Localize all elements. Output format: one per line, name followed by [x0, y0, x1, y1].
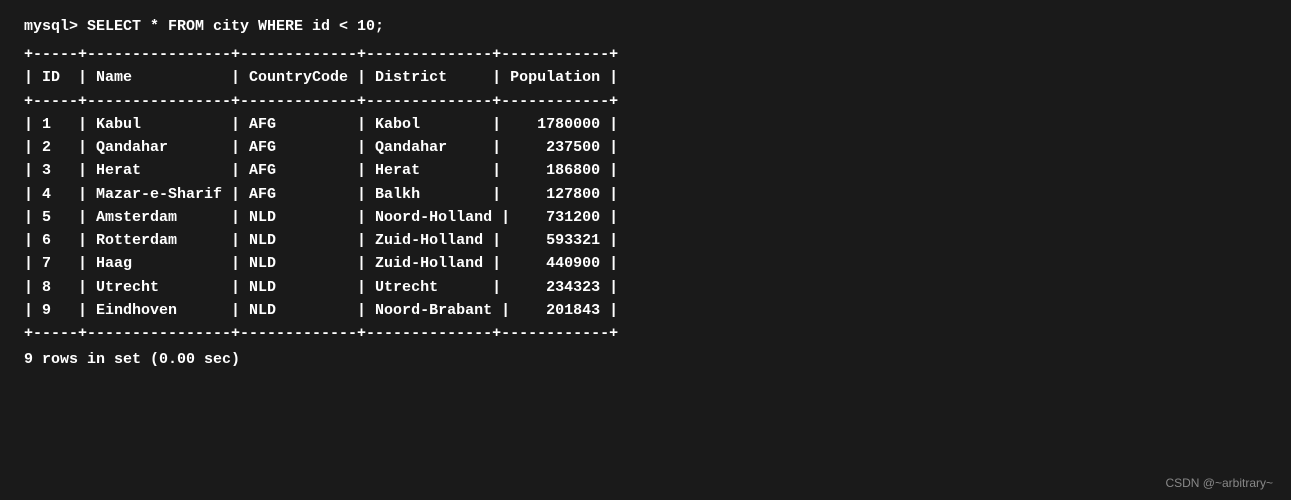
table-row: | 8 | Utrecht | NLD | Utrecht | 234323 | — [24, 276, 1267, 299]
table-row: | 2 | Qandahar | AFG | Qandahar | 237500… — [24, 136, 1267, 159]
table-row: | 4 | Mazar-e-Sharif | AFG | Balkh | 127… — [24, 183, 1267, 206]
table-header: | ID | Name | CountryCode | District | P… — [24, 66, 1267, 89]
table-container: +-----+----------------+-------------+--… — [24, 43, 1267, 345]
query-line: mysql> SELECT * FROM city WHERE id < 10; — [24, 18, 1267, 35]
separator-bottom: +-----+----------------+-------------+--… — [24, 322, 1267, 345]
terminal-content: mysql> SELECT * FROM city WHERE id < 10;… — [24, 18, 1267, 368]
footer-line: 9 rows in set (0.00 sec) — [24, 351, 1267, 368]
table-row: | 1 | Kabul | AFG | Kabol | 1780000 | — [24, 113, 1267, 136]
separator-top: +-----+----------------+-------------+--… — [24, 43, 1267, 66]
table-row: | 9 | Eindhoven | NLD | Noord-Brabant | … — [24, 299, 1267, 322]
table-row: | 5 | Amsterdam | NLD | Noord-Holland | … — [24, 206, 1267, 229]
table-row: | 7 | Haag | NLD | Zuid-Holland | 440900… — [24, 252, 1267, 275]
table-row: | 6 | Rotterdam | NLD | Zuid-Holland | 5… — [24, 229, 1267, 252]
table-row: | 3 | Herat | AFG | Herat | 186800 | — [24, 159, 1267, 182]
separator-header: +-----+----------------+-------------+--… — [24, 90, 1267, 113]
watermark: CSDN @~arbitrary~ — [1165, 476, 1273, 490]
